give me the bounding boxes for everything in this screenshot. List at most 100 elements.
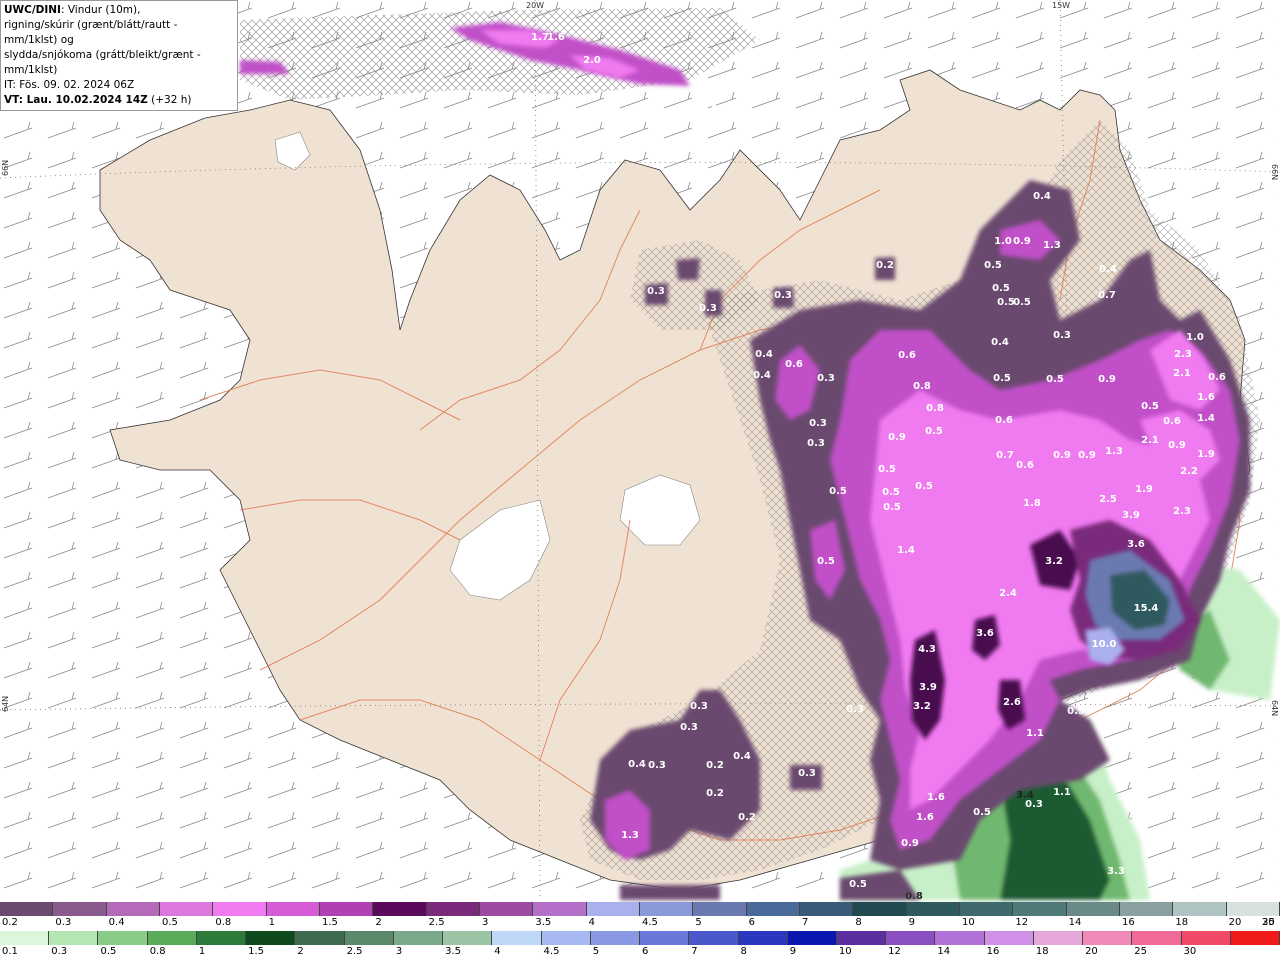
legend-snow-swatch [586, 902, 640, 916]
precip-value-label: 1.3 [621, 830, 639, 841]
precip-value-label: 0.5 [1141, 401, 1159, 412]
precip-value-label: 0.8 [905, 891, 923, 902]
precip-value-label: 0.7 [996, 450, 1014, 461]
info-wind: : Vindur (10m), [60, 4, 141, 16]
legend-rain-tick-label: 0.8 [149, 946, 166, 957]
legend-rain-swatch [393, 931, 444, 945]
legend-snow-tick-label: 1 [268, 917, 276, 928]
legend-rain-tick-label: 10 [838, 946, 852, 957]
precip-value-label: 0.6 [1208, 372, 1226, 383]
legend-snow-tick-label: 0.5 [162, 917, 178, 928]
legend-rain-swatch [787, 931, 837, 945]
precip-value-label: 0.5 [915, 481, 933, 492]
legend-snow-swatch [639, 902, 694, 916]
legend-rain-tick-label: 1.5 [248, 946, 265, 957]
grid-label-20w: 20W [526, 1, 544, 10]
legend-snow-tick-label: 4 [588, 917, 596, 928]
legend-snow-swatch [746, 902, 800, 916]
grid-label-66n-right: 66N [1270, 164, 1279, 180]
grid-label-66n-left: 66N [1, 160, 10, 176]
precip-value-label: 1.0 [994, 236, 1012, 247]
precip-value-label: 4.3 [918, 644, 936, 655]
precip-value-label: 2.2 [1180, 466, 1198, 477]
legend-rain-ticks: 0.1 0.3 0.5 0.8 1 1.5 2 2.5 3 3.5 4 4.5 5 6 7 8 9 10 12 14 1… [0, 945, 1280, 960]
precip-value-label: 0.3 [699, 303, 717, 314]
precip-value-label: 3.9 [919, 682, 937, 693]
legend-rain-tick-label: 18 [1035, 946, 1049, 957]
legend-rain-swatch [1181, 931, 1231, 945]
precip-value-label: 0.3 [647, 286, 665, 297]
legend-rain-tick-label: 7 [691, 946, 698, 957]
legend-snow-swatch [1173, 902, 1227, 916]
legend-snow-tick-label: 4.5 [642, 917, 658, 928]
legend-snow-swatch [906, 902, 960, 916]
precip-value-label: 1.4 [897, 545, 915, 556]
legend-snow-ticks: 0.2 0.3 0.4 0.5 0.8 1 1.5 2 2.5 3 3.5 4 4.5 5 6 7 8 9 10 12… [0, 916, 1280, 931]
legend-rain-swatch [0, 931, 50, 945]
legend-rain-tick-label: 0.5 [100, 946, 117, 957]
precip-value-label: 0.5 [984, 260, 1002, 271]
precip-value-label: 0.7 [1098, 290, 1116, 301]
legend-rain-tick-label: 14 [937, 946, 951, 957]
precip-value-label: 0.5 [925, 426, 943, 437]
legend-rain-tick-label: 20 [1085, 946, 1098, 957]
legend-snow-bar [0, 902, 1280, 916]
legend-rain-tick-label: 3.5 [445, 946, 461, 957]
legend-rain-swatch [541, 931, 591, 945]
precip-value-label: 0.5 [1013, 297, 1031, 308]
info-box: UWC/DINI: Vindur (10m), rigning/skúrir (… [0, 0, 238, 111]
precip-value-label: 10.0 [1092, 639, 1117, 650]
precip-value-label: 0.5 [993, 373, 1011, 384]
grid-label-64n-left: 64N [1, 696, 10, 712]
precip-value-label: 0.9 [901, 838, 919, 849]
precip-value-label: 1.9 [1197, 449, 1215, 460]
precip-value-label: 0.3 [809, 418, 827, 429]
legend-snow-swatch [266, 902, 320, 916]
info-line-model: UWC/DINI: Vindur (10m), [4, 3, 234, 18]
precip-value-label: 1.9 [1135, 484, 1153, 495]
legend-rain-tick-label: 2.5 [346, 946, 363, 957]
legend-rain-swatch [492, 931, 542, 945]
precip-value-label: 0.5 [973, 807, 991, 818]
legend-rain-tick-label: 0.3 [51, 946, 68, 957]
legend-rain-tick-label: 9 [789, 946, 797, 957]
legend-rain-swatch [886, 931, 936, 945]
legend-snow-swatch [53, 902, 107, 916]
legend-snow-swatch [799, 902, 854, 916]
legend-rain-tick-label: 2 [297, 946, 304, 957]
legend-snow-tick-label: 16 [1122, 917, 1135, 928]
precip-value-label: 1.0 [1186, 332, 1204, 343]
precip-value-label: 0.5 [992, 283, 1010, 294]
legend-snow-tick-label: 18 [1175, 917, 1189, 928]
precip-value-label: 2.3 [1173, 506, 1191, 517]
legend-snow-tick-label: 0.2 [2, 917, 18, 928]
legend-snow-tick-label: 8 [855, 917, 862, 928]
legend-snow-tick-label: 12 [1015, 917, 1029, 928]
precip-value-label: 1.6 [927, 792, 945, 803]
precip-value-label: 3.6 [1127, 539, 1145, 550]
legend-rain-tick-label: 1 [198, 946, 206, 957]
legend-snow-swatch [1066, 902, 1120, 916]
precip-value-label: 0.3 [846, 704, 864, 715]
weather-map: 20W 15W 66N 66N 64N 64N 1.71.62.00.30.41… [0, 0, 1280, 902]
legend-rain-swatch [984, 931, 1034, 945]
legend-snow-swatch [159, 902, 214, 916]
precip-value-label: 2.5 [1099, 494, 1117, 505]
precip-value-label: 2.3 [1174, 349, 1192, 360]
precip-value-label: 0.6 [995, 415, 1013, 426]
valid-offset: (+32 h) [147, 94, 192, 106]
legend-snow-tick-label: 6 [748, 917, 756, 928]
legend-rain-swatch [640, 931, 690, 945]
precip-value-label: 0.2 [706, 760, 724, 771]
precip-value-label: 0.4 [1099, 264, 1117, 275]
precip-value-label: 0.3 [699, 102, 717, 113]
legend-rain: 0.1 0.3 0.5 0.8 1 1.5 2 2.5 3 3.5 4 4.5 5 6 7 8 9 10 12 14 1… [0, 931, 1280, 960]
precip-value-label: 15.4 [1134, 603, 1159, 614]
legend-rain-tick-label: 30 [1183, 946, 1197, 957]
legend-rain-swatch [246, 931, 296, 945]
precip-value-label: 0.9 [888, 432, 906, 443]
legend-snow-tick-label: 1.5 [322, 917, 338, 928]
legend-snow-tick-label: 7 [802, 917, 809, 928]
precip-value-label: 1.8 [1023, 498, 1041, 509]
legend-rain-tick-label: 6 [642, 946, 649, 957]
